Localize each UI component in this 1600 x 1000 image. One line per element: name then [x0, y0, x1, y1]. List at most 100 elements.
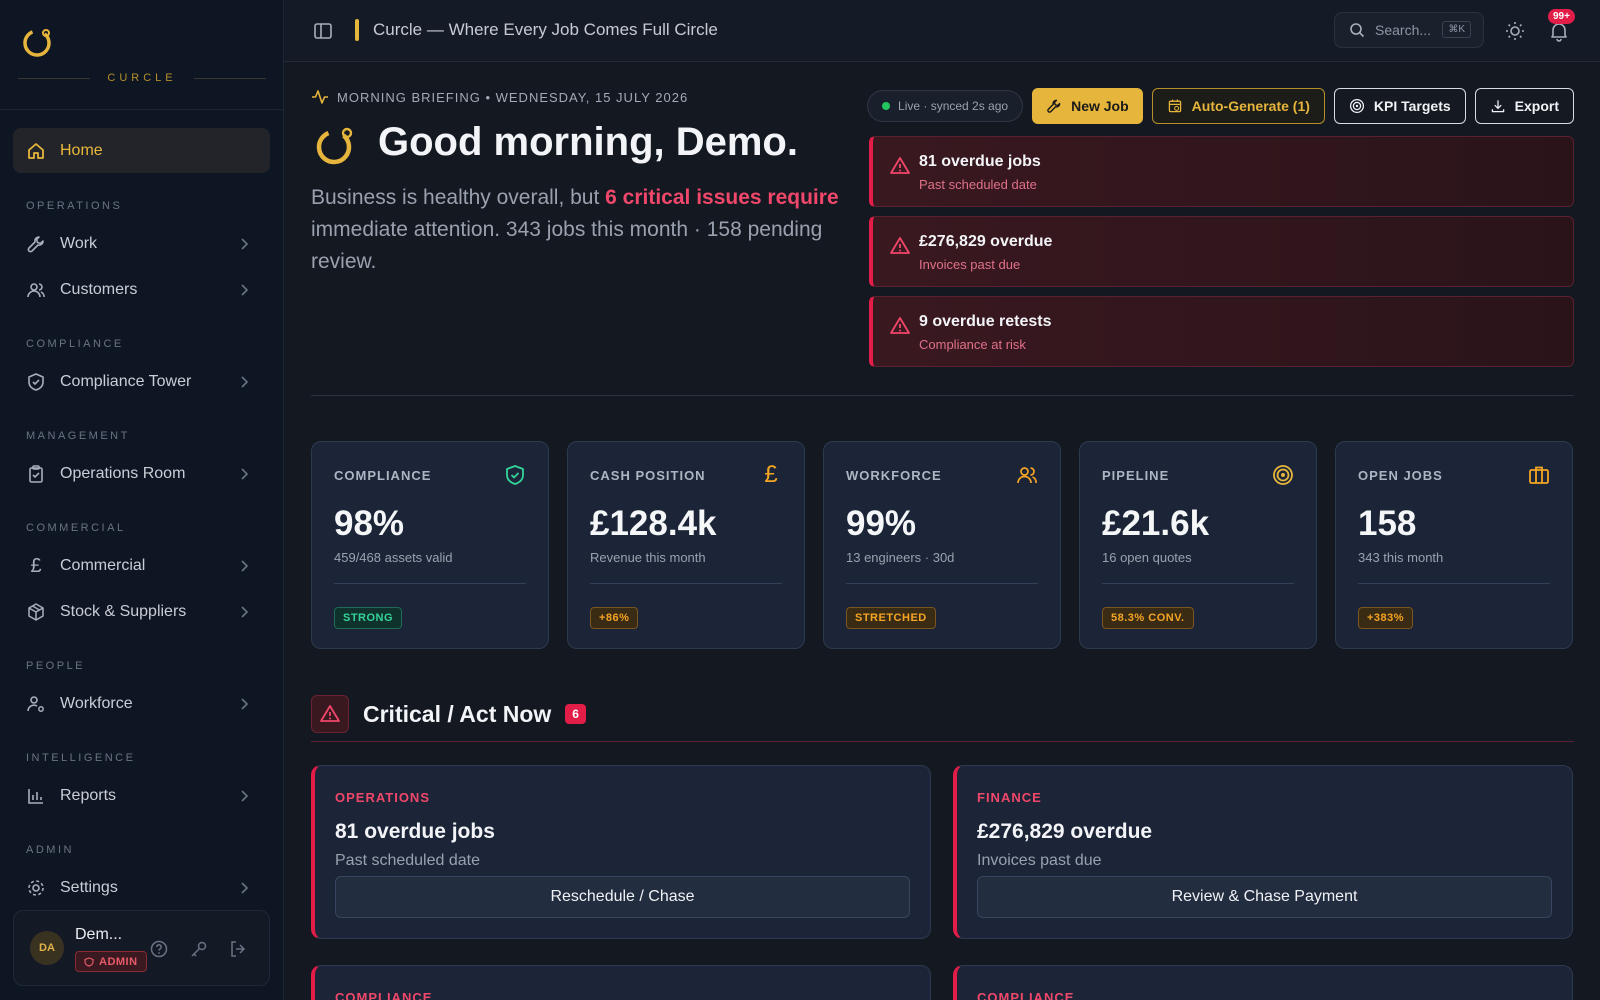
reschedule-chase-button[interactable]: Reschedule / Chase: [335, 876, 910, 918]
wrench-icon: [27, 236, 44, 253]
briefcase-icon: [1529, 466, 1549, 484]
nav-customers[interactable]: Customers: [13, 270, 270, 310]
auto-generate-button[interactable]: Auto-Generate (1): [1151, 88, 1325, 124]
curcle-logo-icon: [23, 29, 51, 57]
topbar: Curcle — Where Every Job Comes Full Circ…: [284, 0, 1600, 62]
target-icon: [1273, 465, 1293, 485]
kpi-badge: STRONG: [334, 607, 403, 629]
nav-compliance-tower-label: Compliance Tower: [60, 373, 192, 390]
notification-badge: 99+: [1548, 9, 1575, 24]
kpi-value: 99%: [846, 504, 917, 543]
nav-customers-label: Customers: [60, 281, 138, 298]
kpi-subtitle: 343 this month: [1358, 550, 1444, 565]
kpi-card-workforce[interactable]: WORKFORCE 99% 13 engineers · 30d STRETCH…: [823, 441, 1061, 649]
help-icon[interactable]: [149, 939, 169, 959]
warning-icon: [320, 705, 340, 722]
kpi-value: £21.6k: [1102, 504, 1210, 543]
summary-text: Business is healthy overall, but: [311, 186, 606, 209]
users-icon: [1017, 467, 1037, 484]
main-content: MORNING BRIEFING • WEDNESDAY, 15 JULY 20…: [284, 62, 1600, 1000]
nav-workforce[interactable]: Workforce: [13, 684, 270, 724]
critical-card: FINANCE £276,829 overdue Invoices past d…: [953, 765, 1573, 939]
critical-title: Critical / Act Now: [363, 700, 552, 727]
kpi-targets-button[interactable]: KPI Targets: [1333, 88, 1466, 124]
nav-compliance-tower[interactable]: Compliance Tower: [13, 362, 270, 402]
kpi-divider: [846, 583, 1038, 584]
chevron-right-icon: [241, 882, 249, 894]
section-admin: ADMIN: [26, 844, 74, 856]
chevron-right-icon: [241, 468, 249, 480]
nav-work[interactable]: Work: [13, 224, 270, 264]
kpi-value: 158: [1358, 504, 1417, 543]
critical-count-badge: 6: [565, 704, 586, 724]
logo-divider: [194, 78, 266, 79]
alert-item[interactable]: 9 overdue retests Compliance at risk: [869, 296, 1574, 367]
nav-settings-label: Settings: [60, 879, 118, 896]
role-badge: ADMIN: [75, 951, 147, 972]
bar-chart-icon: [28, 789, 43, 804]
search-input[interactable]: Search... ⌘K: [1334, 12, 1484, 48]
critical-card: COMPLIANCE: [953, 965, 1573, 1000]
kpi-label: PIPELINE: [1102, 468, 1170, 483]
review-chase-payment-button[interactable]: Review & Chase Payment: [977, 876, 1552, 918]
summary-highlight[interactable]: 6 critical issues require: [605, 186, 838, 209]
kpi-card-open-jobs[interactable]: OPEN JOBS 158 343 this month +383%: [1335, 441, 1573, 649]
users-icon: [27, 283, 45, 298]
export-button[interactable]: Export: [1474, 88, 1574, 124]
kpi-value: 98%: [334, 504, 405, 543]
nav-reports[interactable]: Reports: [13, 776, 270, 816]
pound-icon: £: [30, 555, 42, 577]
nav-stock-suppliers[interactable]: Stock & Suppliers: [13, 592, 270, 632]
title-accent: [355, 19, 359, 41]
kpi-targets-label: KPI Targets: [1373, 98, 1451, 114]
home-icon: [28, 142, 44, 159]
logout-icon[interactable]: [228, 939, 248, 959]
section-divider: [311, 395, 1574, 396]
critical-card-title: 81 overdue jobs: [335, 820, 495, 843]
sun-icon[interactable]: [1504, 20, 1526, 42]
kpi-card-cash[interactable]: CASH POSITION £ £128.4k Revenue this mon…: [567, 441, 805, 649]
kpi-divider: [590, 583, 782, 584]
summary-text: immediate attention. 343 jobs this month…: [311, 218, 823, 273]
critical-card-category: OPERATIONS: [335, 790, 430, 805]
chevron-right-icon: [241, 560, 249, 572]
shield-check-icon: [28, 373, 44, 391]
calendar-clock-icon: [1168, 99, 1181, 113]
critical-divider: [311, 741, 1574, 742]
chevron-right-icon: [241, 698, 249, 710]
curcle-logo-icon: [316, 127, 353, 165]
kpi-label: OPEN JOBS: [1358, 468, 1443, 483]
export-label: Export: [1514, 98, 1559, 114]
kpi-badge: 58.3% CONV.: [1102, 607, 1194, 629]
alert-item[interactable]: 81 overdue jobs Past scheduled date: [869, 136, 1574, 207]
alert-item[interactable]: £276,829 overdue Invoices past due: [869, 216, 1574, 287]
section-commercial: COMMERCIAL: [26, 522, 126, 534]
sidebar-toggle-icon[interactable]: [312, 20, 334, 42]
nav-reports-label: Reports: [60, 787, 117, 804]
warning-icon: [890, 157, 910, 174]
section-intelligence: INTELLIGENCE: [26, 752, 136, 764]
section-compliance: COMPLIANCE: [26, 338, 124, 350]
critical-card-category: FINANCE: [977, 790, 1042, 805]
nav-commercial[interactable]: £ Commercial: [13, 546, 270, 586]
kpi-badge: STRETCHED: [846, 607, 936, 629]
app-title: Curcle — Where Every Job Comes Full Circ…: [373, 20, 718, 39]
logo-area: CURCLE: [0, 0, 283, 110]
nav-operations-room[interactable]: Operations Room: [13, 454, 270, 494]
key-icon[interactable]: [189, 939, 209, 959]
sidebar: CURCLE Home OPERATIONS Work Customers CO…: [0, 0, 284, 1000]
nav-settings[interactable]: Settings: [13, 868, 270, 908]
alert-title: £276,829 overdue: [919, 233, 1053, 250]
gear-icon: [28, 880, 44, 896]
kpi-label: WORKFORCE: [846, 468, 942, 483]
target-icon: [1349, 98, 1364, 114]
nav-home[interactable]: Home: [13, 128, 270, 173]
chevron-right-icon: [241, 284, 249, 296]
new-job-button[interactable]: New Job: [1032, 88, 1143, 124]
live-status-label: Live · synced 2s ago: [898, 99, 1009, 113]
warning-icon: [890, 237, 910, 254]
avatar[interactable]: DA: [30, 931, 64, 965]
kpi-card-pipeline[interactable]: PIPELINE £21.6k 16 open quotes 58.3% CON…: [1079, 441, 1317, 649]
kpi-subtitle: Revenue this month: [590, 550, 706, 565]
kpi-card-compliance[interactable]: COMPLIANCE 98% 459/468 assets valid STRO…: [311, 441, 549, 649]
